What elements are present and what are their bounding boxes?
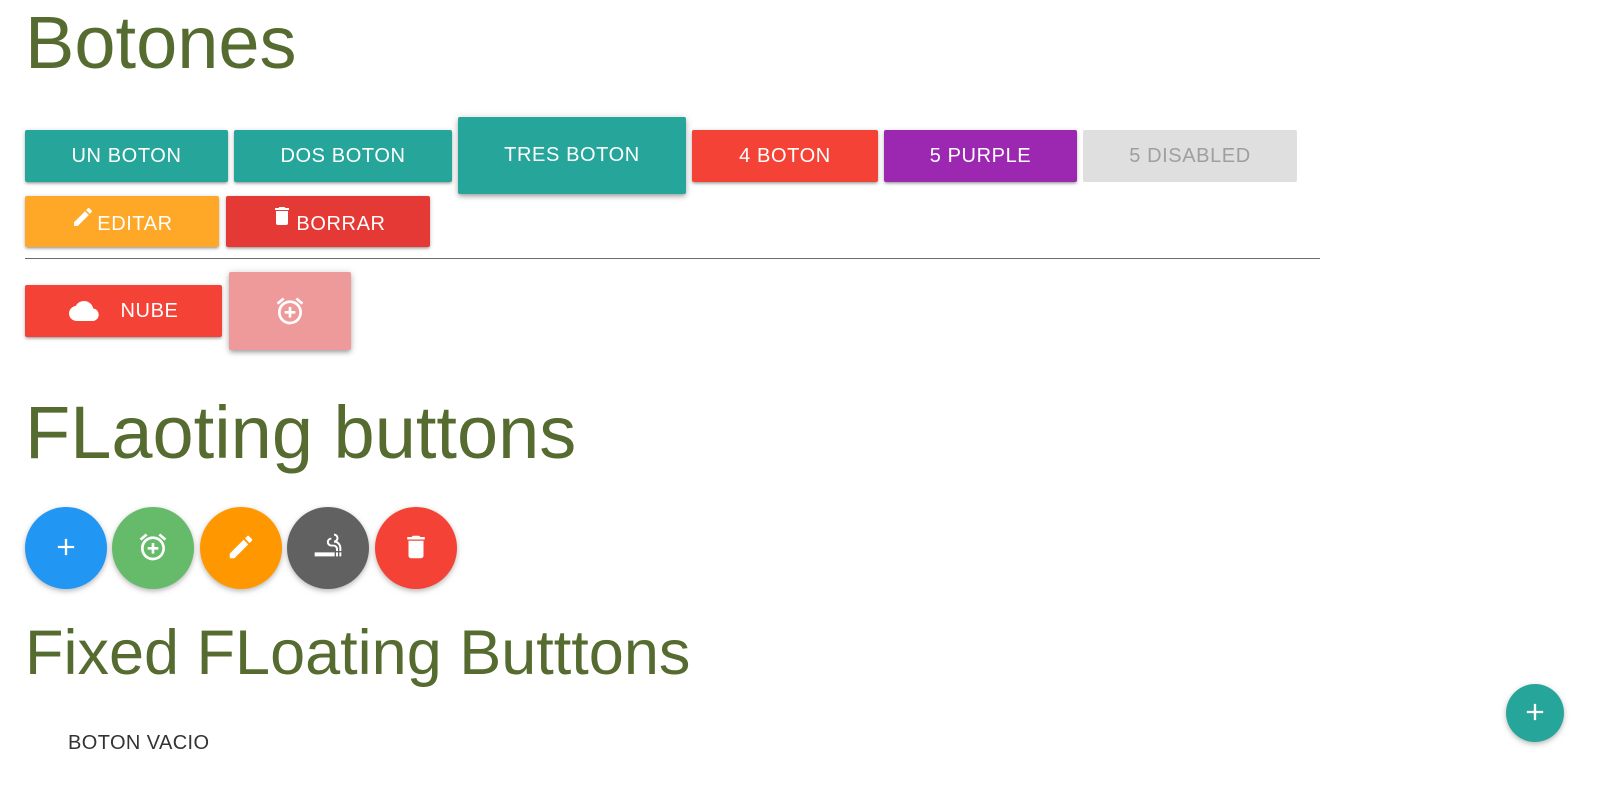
pencil-icon	[71, 205, 95, 229]
page: Botones UN BOTON DOS BOTON TRES BOTON 4 …	[0, 0, 1610, 785]
fab-alarm-button[interactable]	[112, 507, 194, 589]
divider	[25, 258, 1320, 259]
fab-add-button[interactable]	[25, 507, 107, 589]
nube-button[interactable]: NUBE	[25, 285, 222, 337]
cloud-icon	[68, 300, 99, 322]
cinco-purple-button[interactable]: 5 PURPLE	[884, 130, 1077, 182]
alarm-add-button[interactable]	[229, 272, 351, 350]
borrar-label: BORRAR	[296, 213, 386, 235]
plus-icon	[52, 533, 80, 564]
borrar-button[interactable]: BORRAR	[226, 196, 430, 247]
cuatro-boton-button[interactable]: 4 BOTON	[692, 130, 878, 182]
boton-vacio-button[interactable]: BOTON VACIO	[68, 731, 209, 755]
heading-floating-buttons: FLaoting buttons	[25, 391, 577, 474]
heading-botones: Botones	[25, 1, 297, 84]
plus-icon	[1521, 698, 1549, 729]
dos-boton-button[interactable]: DOS BOTON	[234, 130, 452, 182]
editar-label: EDITAR	[97, 213, 173, 235]
pencil-icon	[226, 532, 256, 565]
trash-icon	[270, 204, 294, 228]
cinco-disabled-button: 5 DISABLED	[1083, 130, 1297, 182]
fab-smoking-button[interactable]	[287, 507, 369, 589]
un-boton-button[interactable]: UN BOTON	[25, 130, 228, 182]
alarm-add-icon	[137, 531, 169, 566]
fab-edit-button[interactable]	[200, 507, 282, 589]
trash-icon	[401, 532, 431, 565]
fixed-fab-add-button[interactable]	[1506, 684, 1564, 742]
tres-boton-button[interactable]: TRES BOTON	[458, 117, 686, 194]
nube-label: NUBE	[120, 299, 179, 322]
editar-button[interactable]: EDITAR	[25, 196, 219, 247]
smoking-icon	[312, 531, 344, 566]
heading-fixed-floating-buttons: Fixed FLoating Butttons	[25, 618, 691, 688]
fab-delete-button[interactable]	[375, 507, 457, 589]
alarm-add-icon	[274, 295, 306, 327]
